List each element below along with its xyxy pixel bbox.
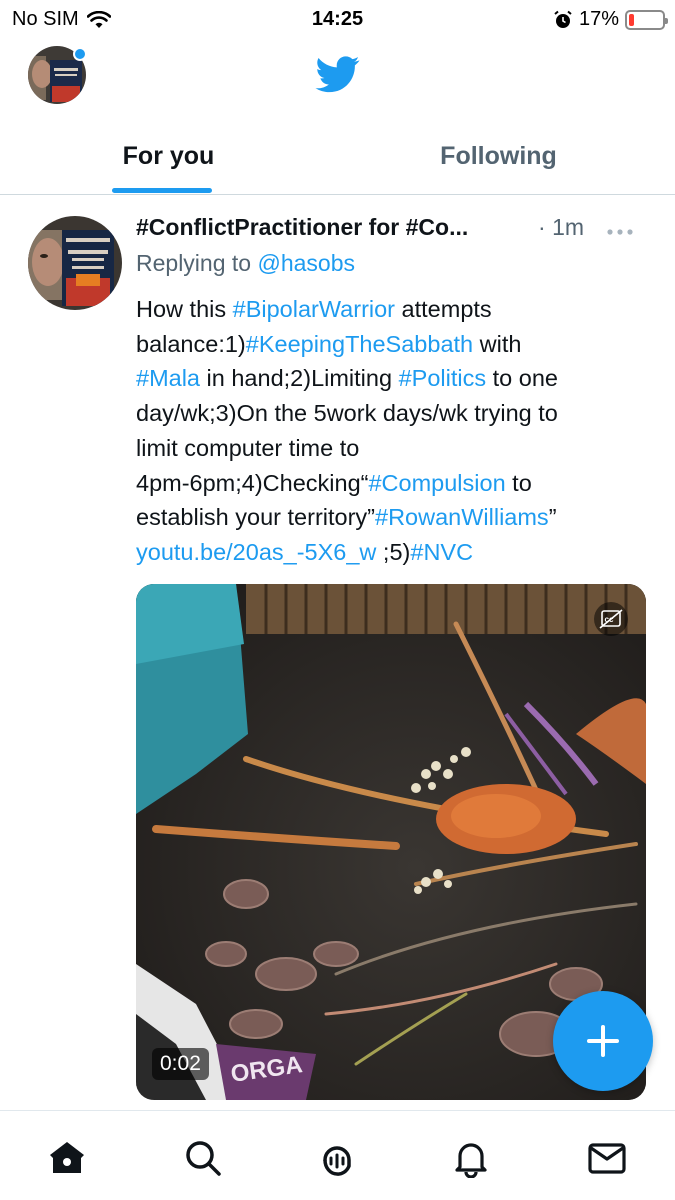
tab-following[interactable]: Following xyxy=(330,118,667,194)
nav-messages[interactable] xyxy=(582,1133,632,1183)
top-header xyxy=(0,38,675,118)
nav-spaces[interactable] xyxy=(312,1133,362,1183)
text-segment: to xyxy=(505,469,532,496)
cc-glyph: cc xyxy=(599,609,623,629)
nav-home[interactable] xyxy=(42,1133,92,1183)
video-duration: 0:02 xyxy=(152,1048,209,1080)
bottom-tab-bar xyxy=(0,1110,675,1200)
tweet-header: #ConflictPractitioner for #Co... · 1m xyxy=(136,214,656,246)
hashtag-link[interactable]: #KeepingTheSabbath xyxy=(246,331,473,357)
tweet-line: establish your territory”#RowanWilliams” xyxy=(136,500,656,535)
tweet[interactable]: #ConflictPractitioner for #Co... · 1m Re… xyxy=(0,196,675,1110)
tweet-line: How this #BipolarWarrior attempts xyxy=(136,292,656,327)
twitter-bird-icon[interactable] xyxy=(313,52,363,96)
ellipsis-icon xyxy=(607,229,633,235)
battery-percent: 17% xyxy=(578,8,619,30)
text-segment: How this xyxy=(136,296,233,322)
reply-prefix: Replying to xyxy=(136,250,252,276)
text-segment: ;5) xyxy=(376,538,411,565)
tweet-line: limit computer time to xyxy=(136,434,360,461)
text-segment: in hand;2)Limiting xyxy=(200,365,399,392)
url-link[interactable]: youtu.be/20as_-5X6_w xyxy=(136,539,376,565)
text-segment: balance:1) xyxy=(136,330,246,357)
plus-icon xyxy=(587,1025,619,1057)
nav-notifications[interactable] xyxy=(446,1133,496,1183)
timeline-tabs: For you Following xyxy=(0,118,675,195)
reply-context: Replying to @hasobs xyxy=(136,250,355,277)
hashtag-link[interactable]: #Politics xyxy=(399,365,487,391)
status-right: 17% xyxy=(553,8,668,31)
closed-captions-icon[interactable]: cc xyxy=(594,602,628,636)
text-segment: attempts xyxy=(395,296,492,322)
spaces-icon xyxy=(323,1146,351,1176)
battery-level xyxy=(629,13,634,26)
tweet-timestamp: · 1m xyxy=(538,214,584,241)
tweet-text: How this #BipolarWarrior attempts balanc… xyxy=(136,292,656,570)
author-name[interactable]: #ConflictPractitioner for #Co... xyxy=(136,214,468,241)
text-segment: to one xyxy=(486,365,558,392)
battery-icon xyxy=(625,9,668,30)
timestamp-value: 1m xyxy=(552,214,585,240)
text-segment: 4pm-6pm;4)Checking“ xyxy=(136,469,369,496)
nav-search[interactable] xyxy=(178,1133,228,1183)
mail-icon xyxy=(588,1143,626,1174)
tweet-line: #Mala in hand;2)Limiting #Politics to on… xyxy=(136,361,656,396)
tweet-line: day/wk;3)On the 5work days/wk trying to xyxy=(136,400,558,427)
separator-dot: · xyxy=(538,214,546,240)
text-segment: ” xyxy=(548,504,557,531)
home-icon xyxy=(50,1142,84,1173)
text-segment: with xyxy=(473,330,522,357)
active-tab-indicator xyxy=(112,188,212,193)
tweet-author-avatar[interactable] xyxy=(28,216,122,310)
more-options-icon[interactable] xyxy=(606,216,634,242)
tab-for-you[interactable]: For you xyxy=(0,118,337,194)
alarm-icon xyxy=(554,10,572,28)
tweet-line: youtu.be/20as_-5X6_w ;5)#NVC xyxy=(136,535,656,570)
reply-handle-link[interactable]: @hasobs xyxy=(257,250,355,276)
tweet-line: 4pm-6pm;4)Checking“#Compulsion to xyxy=(136,466,656,501)
text-segment: establish your territory” xyxy=(136,504,375,531)
notification-dot xyxy=(73,47,87,61)
status-bar: No SIM 14:25 17% xyxy=(0,0,675,38)
hashtag-link[interactable]: #Mala xyxy=(136,365,200,391)
hashtag-link[interactable]: #NVC xyxy=(410,539,473,565)
author-avatar-image xyxy=(28,216,122,310)
bell-icon xyxy=(455,1143,487,1178)
hashtag-link[interactable]: #BipolarWarrior xyxy=(233,296,395,322)
compose-tweet-button[interactable] xyxy=(553,991,653,1091)
search-icon xyxy=(186,1141,221,1176)
hashtag-link[interactable]: #RowanWilliams xyxy=(375,504,549,530)
tweet-line: balance:1)#KeepingTheSabbath with xyxy=(136,327,656,362)
hashtag-link[interactable]: #Compulsion xyxy=(368,470,505,496)
